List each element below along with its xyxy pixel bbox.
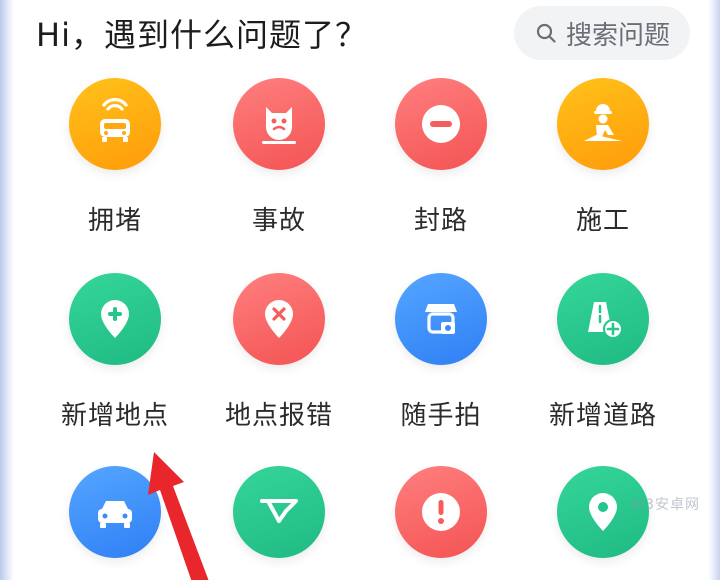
tile-label: 新增道路 [548,401,657,431]
route-icon [233,466,325,558]
road-closed-icon [395,78,487,170]
snapshot-icon [395,273,487,365]
tile-alert[interactable] [366,466,516,558]
tile-label: 封路 [413,206,468,236]
tile-label: 地点报错 [224,401,333,431]
tile-construction[interactable]: 施工 [528,78,678,237]
tile-label: 施工 [575,206,630,236]
left-edge [0,0,14,580]
tile-traffic-jam[interactable]: 拥堵 [40,78,190,237]
tile-add-road[interactable]: 新增道路 [528,273,678,432]
accident-icon [233,78,325,170]
tile-label: 拥堵 [87,206,142,236]
header: Hi，遇到什么问题了？ 搜索问题 [36,0,690,66]
tile-label: 事故 [251,206,306,236]
tile-label: 随手拍 [400,401,482,431]
tile-label: 新增地点 [60,401,169,431]
tile-accident[interactable]: 事故 [204,78,354,237]
tile-place-error[interactable]: 地点报错 [204,273,354,432]
tile-add-place[interactable]: 新增地点 [40,273,190,432]
tile-snapshot[interactable]: 随手拍 [366,273,516,432]
place-error-icon [233,273,325,365]
search-button[interactable]: 搜索问题 [513,6,690,60]
construction-icon [557,78,649,170]
traffic-jam-icon [69,78,161,170]
right-edge [708,0,720,580]
report-panel: Hi，遇到什么问题了？ 搜索问题 拥堵 事故 封路 施工 新增地点 地点报错 随… [0,0,720,580]
alert-icon [395,466,487,558]
page-title: Hi，遇到什么问题了？ [36,16,368,54]
add-road-icon [557,273,649,365]
search-icon [536,23,556,43]
tile-road-closed[interactable]: 封路 [366,78,516,237]
search-label: 搜索问题 [565,20,670,51]
add-place-icon [69,273,161,365]
red-arrow-icon [148,452,209,580]
watermark: 9i3安卓网 [630,497,700,513]
